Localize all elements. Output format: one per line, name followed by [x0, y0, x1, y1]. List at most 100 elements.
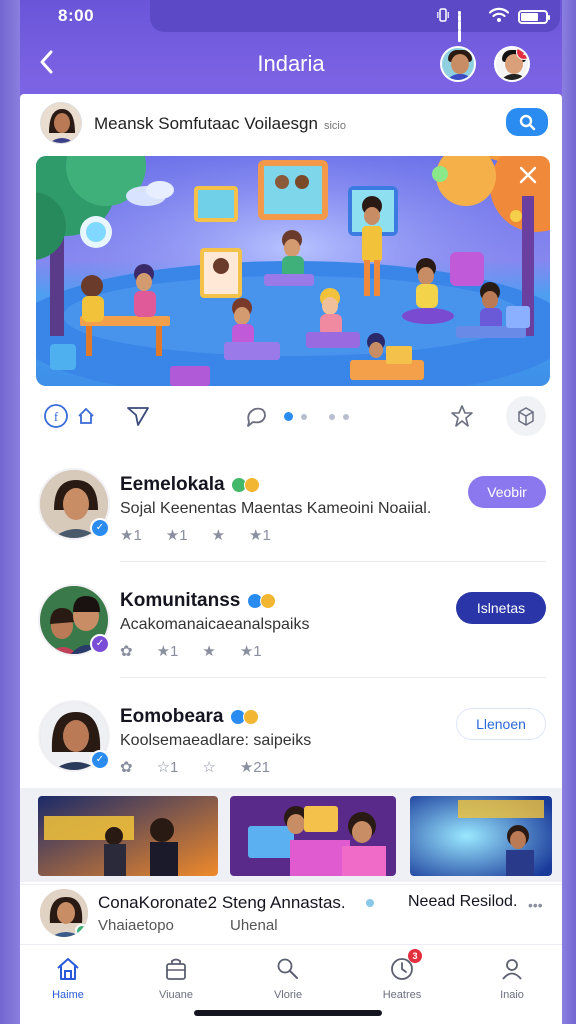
post-search-button[interactable]: [506, 108, 548, 136]
bag-icon: [162, 955, 190, 983]
stat-count: ★1: [156, 643, 179, 660]
friend-avatar-button[interactable]: [440, 46, 476, 82]
svg-text:f: f: [54, 409, 59, 424]
star-icon: [451, 405, 473, 427]
status-chips: [246, 592, 276, 609]
person-name-text: Eemelokala: [120, 474, 225, 495]
status-icons: [437, 7, 550, 42]
tab-label: Haime: [52, 989, 84, 1001]
status-dot-icon: [366, 899, 374, 907]
stat-extra: ☆: [202, 759, 216, 776]
media-strip: [20, 788, 562, 882]
follow-button[interactable]: Llenoen: [456, 708, 546, 740]
person-subtitle: Sojal Keenentas Maentas Kameoini Noaiial…: [120, 500, 432, 517]
tab-profile[interactable]: Inaio: [472, 955, 552, 1011]
post-actions: f: [20, 394, 562, 438]
wifi-icon: [488, 7, 510, 27]
verified-badge: ✓: [90, 518, 110, 538]
tab-home[interactable]: Haime: [28, 955, 108, 1011]
divider: [120, 677, 546, 678]
comment-icon: [247, 407, 266, 427]
stat-count: ☆1: [156, 759, 179, 776]
clock-icon: 3: [388, 949, 422, 983]
person-name-text: Komunitanss: [120, 590, 241, 611]
box-icon: [518, 407, 534, 426]
stat-extra2: ★1: [249, 527, 271, 544]
app-bar: Indaria !: [20, 36, 562, 94]
hero-image[interactable]: [36, 156, 550, 386]
classroom-illustration: [36, 156, 550, 386]
person-stats: ★1 ★1 ★ ★1: [120, 526, 271, 544]
send-button[interactable]: [124, 402, 152, 430]
tab-search[interactable]: Vlorie: [248, 955, 328, 1011]
search-icon: [274, 955, 302, 983]
status-chips: [229, 708, 259, 725]
more-button[interactable]: [506, 396, 546, 436]
person-name: Eemelokala: [120, 474, 260, 496]
close-button[interactable]: [514, 164, 542, 192]
house-icon: [78, 407, 94, 424]
author-avatar[interactable]: [40, 102, 82, 144]
comment-button[interactable]: [242, 402, 270, 430]
list-item[interactable]: ✓ Komunitanss Acakomanaicaeanalspaiks ✿ …: [20, 570, 562, 678]
battery-icon: [518, 10, 550, 24]
follow-button[interactable]: Veobir: [468, 476, 546, 508]
bookmark-button[interactable]: [448, 402, 476, 430]
verified-badge: ✓: [90, 750, 110, 770]
device-frame-left: [0, 0, 20, 1024]
tab-label: Vlorie: [273, 989, 303, 1001]
tab-badge: 3: [408, 949, 422, 963]
home-share-button[interactable]: [72, 402, 100, 430]
vibrate-icon: [437, 7, 449, 27]
list-item[interactable]: ✓ Eomobeara Koolsemaeadlare: saipeiks ✿ …: [20, 686, 562, 794]
post-header-text: Meansk Somfutaac Voilaesgn sicio: [94, 114, 346, 134]
now-playing-bar[interactable]: ConaKoronate2 Steng Annastas. Vhaiaetopo…: [20, 884, 562, 944]
feed-card: Meansk Somfutaac Voilaesgn sicio f ✓ Eem…: [20, 94, 562, 1024]
info-button[interactable]: f: [42, 402, 70, 430]
divider: [120, 561, 546, 562]
list-item[interactable]: ✓ Eemelokala Sojal Keenentas Maentas Kam…: [20, 454, 562, 562]
tab-activity[interactable]: 3 Heatres: [362, 949, 442, 1011]
info-icon: f: [44, 404, 68, 428]
media-thumbnail[interactable]: [38, 796, 218, 876]
person-stats: ✿ ★1 ★ ★1: [120, 642, 262, 660]
phone-screen: 8:00 Indaria ! Meansk Somfutaac Voilaesg…: [0, 0, 576, 1024]
profile-icon: [498, 955, 526, 983]
media-thumbnail[interactable]: [230, 796, 396, 876]
person-stats: ✿ ☆1 ☆ ★21: [120, 758, 270, 776]
stat-rating: ✿: [120, 643, 133, 660]
follow-button[interactable]: Islnetas: [456, 592, 546, 624]
person-name: Komunitanss: [120, 590, 276, 612]
search-icon: [519, 114, 536, 131]
now-playing-avatar: [38, 887, 90, 939]
verified-badge: ✓: [90, 634, 110, 654]
tab-shop[interactable]: Viuane: [136, 955, 216, 1011]
signal-icon: [458, 11, 480, 42]
post-header-title: Meansk Somfutaac Voilaesgn: [94, 114, 318, 133]
person-name: Eomobeara: [120, 706, 259, 728]
post-header-meta: sicio: [323, 120, 346, 132]
person-subtitle: Acakomanaicaeanalspaiks: [120, 616, 310, 633]
home-indicator: [194, 1010, 382, 1016]
status-chips: [230, 476, 260, 493]
device-frame-right: [562, 0, 576, 1024]
status-time: 8:00: [58, 6, 95, 25]
send-icon: [127, 407, 149, 426]
stat-extra2: ★21: [239, 759, 270, 776]
stat-extra: ★: [202, 643, 216, 660]
stat-extra: ★: [211, 527, 226, 544]
home-icon: [54, 955, 82, 983]
more-options-icon[interactable]: •••: [528, 897, 543, 913]
now-playing-right-text: Neead Resilod.: [408, 893, 518, 910]
carousel-dots: [284, 412, 349, 421]
stat-extra2: ★1: [239, 643, 262, 660]
profile-avatar-button[interactable]: !: [494, 46, 530, 82]
stat-rating: ✿: [120, 759, 133, 776]
close-icon: [519, 166, 537, 184]
page-title: Indaria: [257, 51, 325, 76]
stat-rating: ★1: [120, 527, 142, 544]
media-thumbnail[interactable]: [410, 796, 552, 876]
person-name-text: Eomobeara: [120, 706, 224, 727]
post-header: Meansk Somfutaac Voilaesgn sicio: [20, 94, 562, 154]
now-playing-subtitle: Vhaiaetopo: [98, 917, 174, 934]
